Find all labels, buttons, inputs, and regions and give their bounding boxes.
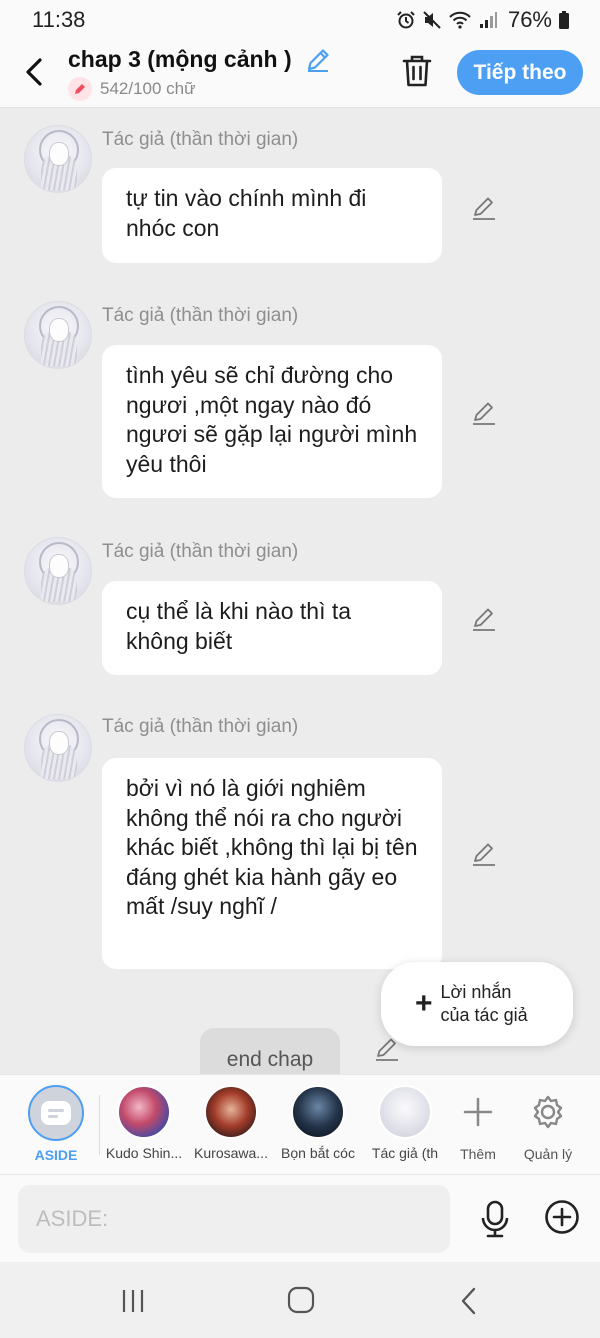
character-kidnappers[interactable]: Bọn bắt cóc bbox=[276, 1085, 360, 1161]
editor-header: chap 3 (mộng cảnh ) 542/100 chữ Tiếp the… bbox=[0, 40, 600, 108]
message-bubble[interactable]: cụ thể là khi nào thì ta không biết bbox=[102, 581, 442, 675]
edit-message-icon[interactable] bbox=[470, 399, 498, 427]
alarm-icon bbox=[397, 11, 415, 29]
author-note-button[interactable]: + Lời nhắn của tác giả bbox=[381, 962, 573, 1046]
input-bar bbox=[0, 1174, 600, 1262]
system-message[interactable]: end chap bbox=[200, 1028, 340, 1074]
author-avatar[interactable] bbox=[24, 301, 92, 369]
character-avatar bbox=[204, 1085, 258, 1139]
chat-area[interactable]: Tác giả (thần thời gian) tự tin vào chín… bbox=[0, 109, 600, 1074]
system-icons: 76% bbox=[396, 7, 570, 33]
character-bar: ASIDE Kudo Shin... Kurosawa... Bọn bắt c… bbox=[0, 1074, 600, 1174]
edit-message-icon[interactable] bbox=[470, 605, 498, 633]
message-bubble[interactable]: tình yêu sẽ chỉ đường cho ngươi ,một nga… bbox=[102, 345, 442, 498]
character-name: ASIDE bbox=[34, 1147, 78, 1163]
add-circle-icon[interactable] bbox=[544, 1199, 580, 1235]
signal-icon bbox=[479, 12, 497, 28]
battery-icon bbox=[559, 11, 569, 29]
status-time: 11:38 bbox=[32, 7, 86, 32]
chapter-title: chap 3 (mộng cảnh ) bbox=[68, 46, 292, 72]
pen-badge-icon bbox=[68, 77, 92, 101]
mute-icon bbox=[423, 11, 441, 29]
message-bubble[interactable]: bởi vì nó là giới nghiêm không thể nói r… bbox=[102, 758, 442, 969]
author-avatar[interactable] bbox=[24, 714, 92, 782]
sender-name: Tác giả (thần thời gian) bbox=[102, 129, 299, 150]
back-arrow-icon[interactable] bbox=[20, 54, 50, 90]
message-bubble[interactable]: tự tin vào chính mình đi nhóc con bbox=[102, 168, 442, 263]
home-icon[interactable] bbox=[281, 1286, 321, 1316]
aside-icon bbox=[28, 1085, 84, 1141]
manage-label: Quản lý bbox=[523, 1146, 573, 1162]
character-author[interactable]: Tác giả (th bbox=[363, 1085, 447, 1161]
microphone-icon[interactable] bbox=[478, 1199, 512, 1239]
character-name: Tác giả (th bbox=[371, 1145, 439, 1161]
word-count-text: 542/100 chữ bbox=[100, 79, 196, 98]
author-note-line2: của tác giả bbox=[440, 1005, 528, 1025]
manage-button[interactable]: Quản lý bbox=[513, 1087, 583, 1162]
character-kudo[interactable]: Kudo Shin... bbox=[102, 1085, 186, 1161]
add-character-button[interactable]: Thêm bbox=[443, 1087, 513, 1162]
author-avatar[interactable] bbox=[24, 125, 92, 193]
system-nav-bar bbox=[0, 1262, 600, 1338]
edit-message-icon[interactable] bbox=[470, 194, 498, 222]
sender-name: Tác giả (thần thời gian) bbox=[102, 305, 299, 326]
recent-apps-icon[interactable] bbox=[113, 1286, 153, 1316]
character-name: Kurosawa... bbox=[194, 1145, 268, 1161]
character-name: Kudo Shin... bbox=[105, 1145, 183, 1161]
character-aside[interactable]: ASIDE bbox=[14, 1085, 98, 1163]
divider bbox=[99, 1095, 100, 1155]
sender-name: Tác giả (thần thời gian) bbox=[102, 716, 299, 737]
message-input[interactable] bbox=[18, 1185, 450, 1253]
wifi-icon bbox=[449, 11, 471, 29]
word-count: 542/100 chữ bbox=[68, 77, 196, 101]
plus-icon bbox=[463, 1097, 493, 1127]
trash-icon[interactable] bbox=[400, 52, 434, 90]
add-label: Thêm bbox=[460, 1146, 496, 1162]
back-nav-icon[interactable] bbox=[450, 1286, 490, 1316]
author-note-line1: Lời nhắn bbox=[440, 982, 512, 1002]
character-avatar bbox=[117, 1085, 171, 1139]
battery-percent: 76% bbox=[507, 7, 552, 32]
author-note-label: Lời nhắn của tác giả bbox=[441, 981, 528, 1027]
next-button[interactable]: Tiếp theo bbox=[457, 50, 583, 95]
character-kurosawa[interactable]: Kurosawa... bbox=[189, 1085, 273, 1161]
edit-message-icon[interactable] bbox=[470, 840, 498, 868]
edit-title-pencil-icon[interactable] bbox=[304, 46, 332, 74]
status-bar: 11:38 76% bbox=[0, 0, 600, 40]
character-name: Bọn bắt cóc bbox=[281, 1145, 355, 1161]
character-avatar bbox=[378, 1085, 432, 1139]
plus-icon: + bbox=[415, 987, 433, 1020]
sender-name: Tác giả (thần thời gian) bbox=[102, 541, 299, 562]
author-avatar[interactable] bbox=[24, 537, 92, 605]
gear-icon bbox=[533, 1095, 563, 1129]
character-avatar bbox=[291, 1085, 345, 1139]
